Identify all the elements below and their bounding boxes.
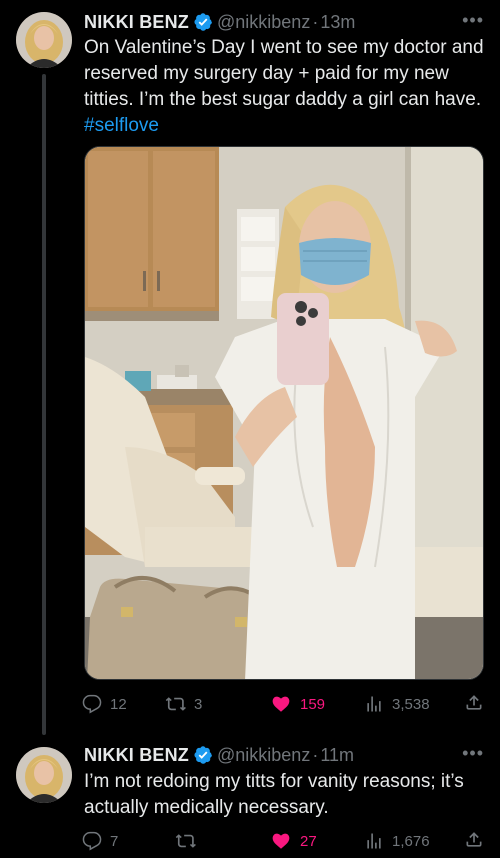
tweet-header: NIKKI BENZ @nikkibenz · 11m ••• — [84, 743, 484, 767]
views-button[interactable]: 3,538 — [364, 692, 430, 716]
avatar[interactable] — [16, 747, 72, 803]
like-count: 159 — [300, 695, 326, 713]
heart-icon — [270, 831, 300, 851]
tweet-text: On Valentine’s Day I went to see my doct… — [84, 35, 484, 139]
like-count: 27 — [300, 832, 317, 850]
avatar[interactable] — [16, 12, 72, 68]
handle[interactable]: @nikkibenz — [217, 12, 310, 33]
handle[interactable]: @nikkibenz — [217, 745, 310, 766]
verified-badge-icon — [193, 745, 213, 765]
timestamp[interactable]: 11m — [320, 745, 354, 766]
display-name[interactable]: NIKKI BENZ — [84, 745, 189, 766]
repost-button[interactable] — [174, 829, 204, 853]
more-dots-icon[interactable]: ••• — [462, 10, 484, 31]
like-button[interactable]: 27 — [270, 829, 317, 853]
more-dots-icon[interactable]: ••• — [462, 743, 484, 764]
reply-count: 12 — [110, 695, 127, 713]
tweet-photo[interactable] — [84, 146, 484, 680]
tweet-1[interactable]: NIKKI BENZ @nikkibenz · 13m ••• On Valen… — [0, 0, 500, 735]
display-name[interactable]: NIKKI BENZ — [84, 12, 189, 33]
views-icon — [364, 831, 392, 851]
like-button[interactable]: 159 — [270, 692, 325, 716]
views-count: 1,676 — [392, 832, 430, 850]
repost-icon — [174, 831, 204, 851]
reply-count: 7 — [110, 832, 119, 850]
tweet-2[interactable]: NIKKI BENZ @nikkibenz · 11m ••• I’m not … — [0, 735, 500, 858]
thread-line — [42, 74, 46, 735]
views-icon — [364, 694, 392, 714]
separator-dot: · — [312, 744, 319, 765]
separator-dot: · — [312, 11, 319, 32]
reply-icon — [82, 694, 110, 714]
share-icon — [464, 695, 484, 718]
views-count: 3,538 — [392, 695, 430, 713]
reply-button[interactable]: 12 — [82, 692, 127, 716]
verified-badge-icon — [193, 12, 213, 32]
repost-count: 3 — [194, 695, 203, 713]
repost-icon — [164, 694, 194, 714]
views-button[interactable]: 1,676 — [364, 829, 430, 853]
hashtag-link[interactable]: #selflove — [84, 115, 159, 136]
share-button[interactable] — [464, 829, 484, 855]
share-icon — [464, 832, 484, 855]
heart-icon — [270, 694, 300, 714]
tweet-text: I’m not redoing my titts for vanity reas… — [84, 769, 484, 821]
reply-button[interactable]: 7 — [82, 829, 118, 853]
tweet-body: I’m not redoing my titts for vanity reas… — [84, 771, 470, 818]
tweet-actions: 7 27 1,676 — [82, 829, 484, 853]
reply-icon — [82, 831, 110, 851]
timestamp[interactable]: 13m — [320, 12, 355, 33]
share-button[interactable] — [464, 692, 484, 718]
repost-button[interactable]: 3 — [164, 692, 202, 716]
tweet-header: NIKKI BENZ @nikkibenz · 13m ••• — [84, 10, 484, 34]
tweet-body: On Valentine’s Day I went to see my doct… — [84, 37, 489, 110]
tweet-actions: 12 3 159 3,538 — [82, 692, 484, 716]
